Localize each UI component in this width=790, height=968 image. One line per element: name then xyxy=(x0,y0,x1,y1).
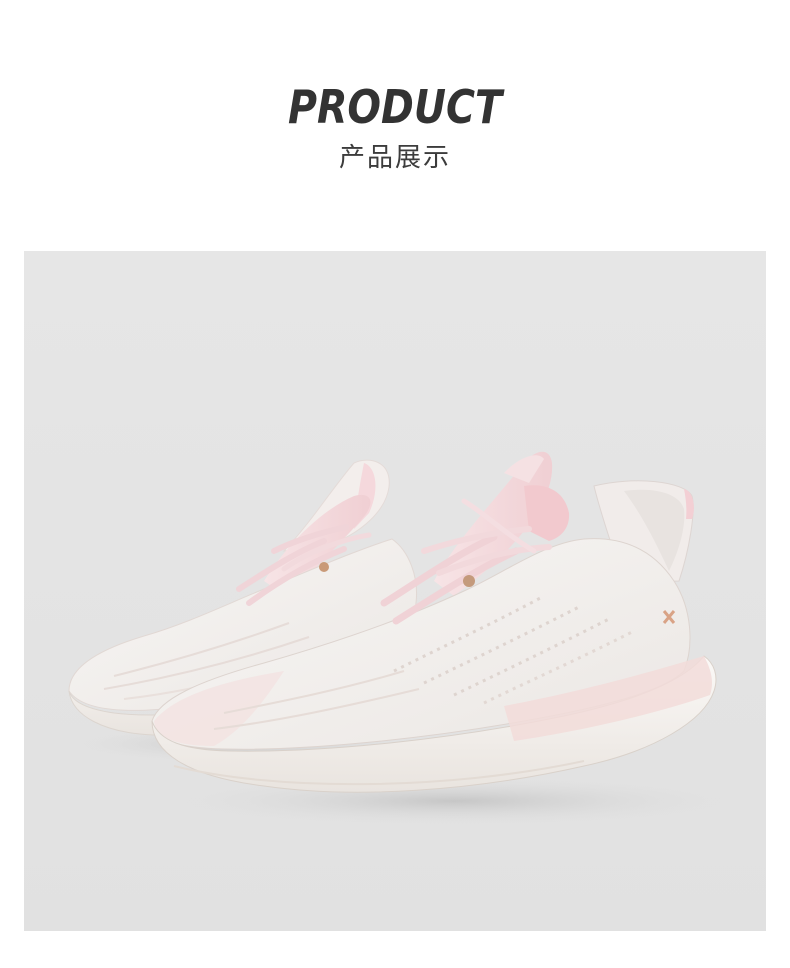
page-subtitle: 产品展示 xyxy=(338,143,451,173)
page-title: PRODUCT xyxy=(287,80,503,134)
product-photo xyxy=(24,251,766,931)
page-header: PRODUCT 产品展示 xyxy=(0,0,790,250)
sneaker-pair-illustration xyxy=(24,251,766,931)
